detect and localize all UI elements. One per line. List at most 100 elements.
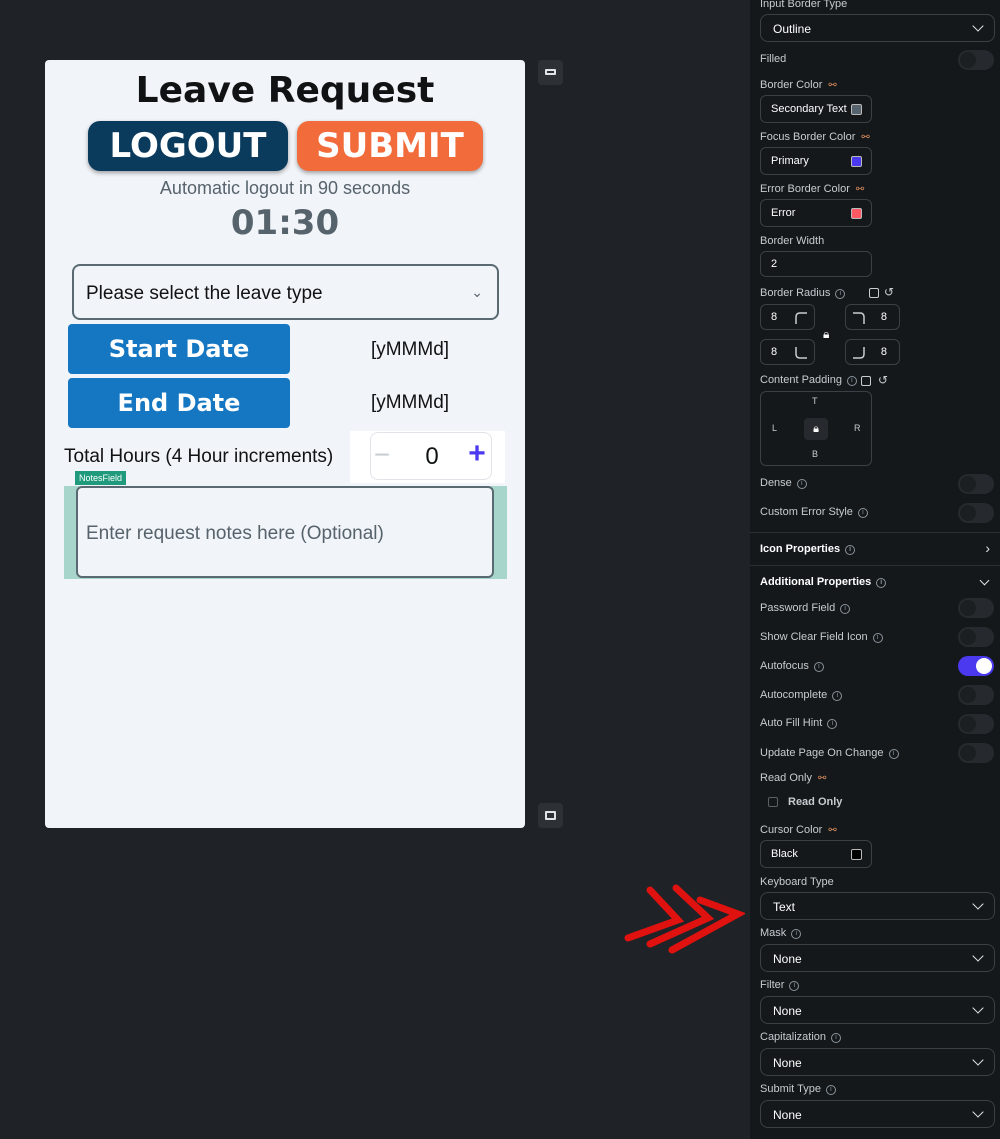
- autofocus-toggle[interactable]: [958, 656, 994, 676]
- start-date-button[interactable]: Start Date: [68, 324, 290, 374]
- info-icon: i: [840, 604, 851, 614]
- show-clear-field-icon-toggle[interactable]: [958, 627, 994, 647]
- keyboard-type-value: Text: [773, 900, 796, 914]
- increment-button[interactable]: +: [465, 437, 489, 471]
- stepper-value: 0: [425, 443, 439, 470]
- capitalization-dropdown[interactable]: None: [760, 1048, 995, 1076]
- corner-top-right-icon: [853, 312, 865, 324]
- variable-icon[interactable]: ⚯: [856, 184, 864, 195]
- focus-border-color-picker[interactable]: Primary: [760, 147, 872, 175]
- content-padding-editor[interactable]: T L R B 🔒︎: [760, 391, 872, 466]
- submit-type-text: Submit Type: [760, 1083, 821, 1095]
- update-page-on-change-toggle[interactable]: [958, 743, 994, 763]
- input-border-type-label: Input Border Type: [760, 0, 848, 10]
- phone-preview: Leave Request LOGOUT SUBMIT Automatic lo…: [45, 60, 525, 828]
- info-icon: i: [857, 508, 868, 518]
- copy-icon[interactable]: [861, 376, 871, 386]
- keyboard-toggle-icon[interactable]: [538, 803, 563, 828]
- device-toggle-icon[interactable]: [538, 60, 563, 85]
- variable-icon[interactable]: ⚯: [828, 825, 836, 836]
- password-field-label: Password Field i: [760, 602, 851, 614]
- logout-notice: Automatic logout in 90 seconds: [159, 178, 411, 198]
- filter-label: Filter i: [760, 979, 800, 991]
- show-clear-field-icon-text: Show Clear Field Icon: [760, 631, 868, 643]
- lock-icon[interactable]: 🔒︎: [804, 418, 828, 440]
- filled-toggle[interactable]: [958, 50, 994, 70]
- color-swatch: [851, 208, 862, 219]
- chevron-down-icon: [972, 1002, 984, 1014]
- focus-border-color-label: Focus Border Color ⚯: [760, 131, 870, 143]
- info-icon: i: [846, 376, 857, 386]
- submit-type-dropdown[interactable]: None: [760, 1100, 995, 1128]
- filter-value: None: [773, 1004, 802, 1018]
- radius-top-right-input[interactable]: 8: [845, 304, 900, 330]
- reset-icon[interactable]: ↺: [884, 285, 894, 299]
- padding-top-label[interactable]: T: [812, 396, 818, 406]
- additional-properties-text: Additional Properties: [760, 576, 872, 588]
- password-field-toggle[interactable]: [958, 598, 994, 618]
- radius-bottom-right-input[interactable]: 8: [845, 339, 900, 365]
- start-date-value: [yMMMd]: [370, 339, 450, 360]
- additional-properties-header[interactable]: Additional Properties i: [760, 576, 887, 588]
- chevron-down-icon[interactable]: [979, 575, 990, 586]
- auto-fill-hint-text: Auto Fill Hint: [760, 717, 823, 729]
- autocomplete-toggle[interactable]: [958, 685, 994, 705]
- autocomplete-label: Autocomplete i: [760, 689, 843, 701]
- cursor-color-picker[interactable]: Black: [760, 840, 872, 868]
- keyboard-type-dropdown[interactable]: Text: [760, 892, 995, 920]
- dense-toggle[interactable]: [958, 474, 994, 494]
- chevron-right-icon[interactable]: ›: [985, 540, 990, 556]
- info-icon: i: [832, 691, 843, 701]
- error-border-color-picker[interactable]: Error: [760, 199, 872, 227]
- padding-bottom-label[interactable]: B: [812, 449, 818, 459]
- border-width-input[interactable]: 2: [760, 251, 872, 277]
- radius-top-left-input[interactable]: 8: [760, 304, 815, 330]
- leave-type-dropdown[interactable]: Please select the leave type ⌄: [72, 264, 499, 320]
- corner-bottom-right-icon: [853, 347, 865, 359]
- radius-bottom-left-input[interactable]: 8: [760, 339, 815, 365]
- mask-text: Mask: [760, 927, 787, 939]
- end-date-button[interactable]: End Date: [68, 378, 290, 428]
- error-border-color-text: Error Border Color: [760, 183, 850, 195]
- decrement-button[interactable]: −: [371, 439, 393, 471]
- auto-fill-hint-toggle[interactable]: [958, 714, 994, 734]
- copy-icon[interactable]: [869, 288, 879, 298]
- cursor-color-label: Cursor Color ⚯: [760, 824, 837, 836]
- lock-icon[interactable]: 🔒︎: [823, 327, 829, 342]
- padding-left-label[interactable]: L: [772, 423, 777, 433]
- input-border-type-dropdown[interactable]: Outline: [760, 14, 995, 42]
- info-icon: i: [827, 719, 838, 729]
- capitalization-text: Capitalization: [760, 1031, 827, 1043]
- chevron-down-icon: [972, 20, 984, 32]
- color-swatch: [851, 156, 862, 167]
- notes-input[interactable]: Enter request notes here (Optional): [76, 486, 494, 578]
- content-padding-text: Content Padding: [760, 374, 842, 386]
- cursor-color-text: Cursor Color: [760, 824, 823, 836]
- color-swatch: [851, 849, 862, 860]
- read-only-text: Read Only: [760, 772, 812, 784]
- filter-text: Filter: [760, 979, 785, 991]
- info-icon: i: [872, 633, 883, 643]
- radius-top-left-value: 8: [771, 311, 778, 323]
- logout-button[interactable]: LOGOUT: [88, 121, 288, 171]
- border-color-picker[interactable]: Secondary Text: [760, 95, 872, 123]
- border-width-value: 2: [771, 258, 778, 270]
- icon-properties-header[interactable]: Icon Properties i: [760, 543, 856, 555]
- focus-border-color-value: Primary: [771, 155, 809, 167]
- padding-right-label[interactable]: R: [854, 423, 861, 433]
- update-page-on-change-text: Update Page On Change: [760, 747, 884, 759]
- filter-dropdown[interactable]: None: [760, 996, 995, 1024]
- custom-error-style-toggle[interactable]: [958, 503, 994, 523]
- custom-error-style-label: Custom Error Style i: [760, 506, 868, 518]
- capitalization-label: Capitalization i: [760, 1031, 842, 1043]
- submit-button[interactable]: SUBMIT: [297, 121, 483, 171]
- variable-icon[interactable]: ⚯: [861, 132, 869, 143]
- reset-icon[interactable]: ↺: [878, 373, 888, 387]
- mask-label: Mask i: [760, 927, 802, 939]
- content-padding-label: Content Padding i: [760, 374, 857, 386]
- mask-dropdown[interactable]: None: [760, 944, 995, 972]
- read-only-checkbox[interactable]: [768, 797, 778, 807]
- variable-icon[interactable]: ⚯: [818, 773, 826, 784]
- variable-icon[interactable]: ⚯: [828, 80, 836, 91]
- border-color-text: Border Color: [760, 79, 823, 91]
